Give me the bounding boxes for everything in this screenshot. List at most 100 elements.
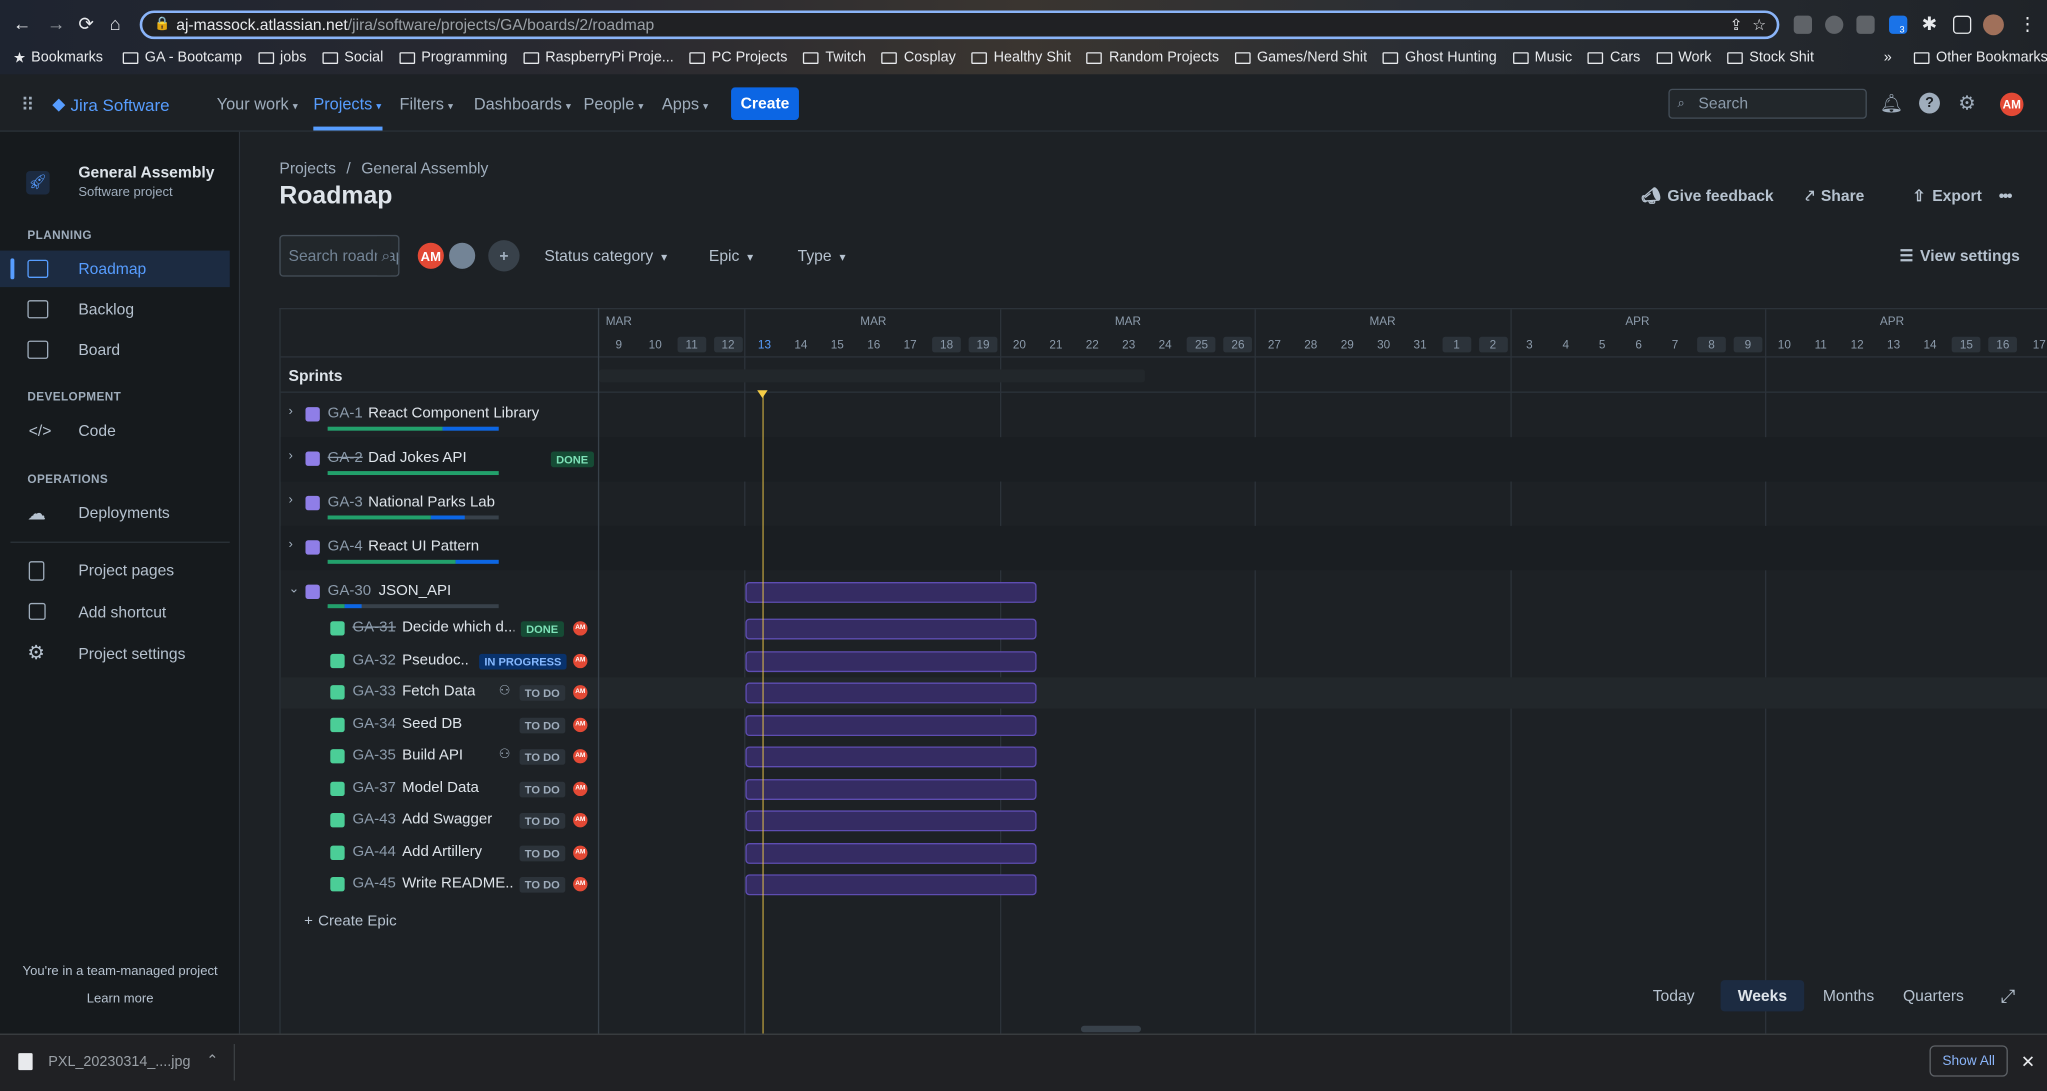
file-icon xyxy=(18,1053,33,1071)
folder-icon xyxy=(1727,51,1743,64)
bookmark-item[interactable]: Bookmarks xyxy=(31,50,103,66)
side-panel-icon[interactable] xyxy=(1952,15,1972,34)
assignee-filter-avatar[interactable]: AM xyxy=(415,240,447,272)
sidebar-item-roadmap[interactable]: Roadmap xyxy=(0,250,230,288)
give-feedback-button[interactable]: 📣︎ Give feedback xyxy=(1641,187,1774,205)
address-bar[interactable]: 🔒 aj-massock.atlassian.net/jira/software/… xyxy=(139,10,1780,40)
app-switcher-icon[interactable]: ⠿ xyxy=(21,94,34,116)
learn-more-link[interactable]: Learn more xyxy=(0,992,240,1006)
sidebar-item-code[interactable]: </> Code xyxy=(0,412,230,449)
nav-your-work[interactable]: Your work ▾ xyxy=(217,95,298,113)
nav-people[interactable]: People ▾ xyxy=(584,95,644,113)
profile-avatar[interactable] xyxy=(1983,14,2004,36)
reload-icon[interactable]: ⟳ xyxy=(78,13,93,35)
nav-apps[interactable]: Apps ▾ xyxy=(662,95,708,113)
issue-timeline-bar[interactable] xyxy=(745,682,1037,704)
user-avatar[interactable]: AM xyxy=(1999,92,2024,117)
breadcrumb-project[interactable]: General Assembly xyxy=(361,159,488,177)
issue-timeline-bar[interactable] xyxy=(745,778,1037,800)
export-button[interactable]: ⇧ Export xyxy=(1913,187,1982,205)
chrome-menu-icon[interactable]: ⋮ xyxy=(2018,13,2036,35)
global-search-input[interactable]: ⌕ Search xyxy=(1668,88,1867,119)
unassigned-filter-avatar[interactable] xyxy=(446,240,478,272)
extensions-puzzle-icon[interactable]: ✱ xyxy=(1922,13,1937,35)
screen: ← → ⟳ ⌂ 🔒 aj-massock.atlassian.net/jira/s… xyxy=(0,0,2047,1091)
extension-bitwarden-icon[interactable]: 3 xyxy=(1889,15,1908,35)
sidebar-item-deployments[interactable]: ☁ Deployments xyxy=(0,495,230,532)
bookmark-item[interactable]: Stock Shit xyxy=(1749,50,1814,66)
today-marker-head xyxy=(757,390,768,399)
create-button[interactable]: Create xyxy=(731,87,799,121)
bookmark-item[interactable]: Games/Nerd Shit xyxy=(1257,50,1367,66)
bookmark-item[interactable]: Ghost Hunting xyxy=(1405,50,1497,66)
share-page-icon[interactable]: ⇪ xyxy=(1730,13,1743,36)
epic-filter[interactable]: Epic ▾ xyxy=(709,247,753,265)
bookmark-item[interactable]: PC Projects xyxy=(712,50,788,66)
bookmarks-overflow-button[interactable]: » xyxy=(1884,47,1892,68)
more-actions-button[interactable]: ••• xyxy=(1999,187,2013,205)
bookmark-star-icon[interactable]: ☆ xyxy=(1752,13,1766,36)
sidebar-item-project-pages[interactable]: Project pages xyxy=(0,552,230,589)
issue-timeline-bar[interactable] xyxy=(745,650,1037,672)
bookmark-item[interactable]: jobs xyxy=(280,50,306,66)
zoom-weeks-button[interactable]: Weeks xyxy=(1720,980,1805,1012)
bookmark-item[interactable]: Random Projects xyxy=(1109,50,1219,66)
horizontal-scrollbar[interactable] xyxy=(1080,1025,1141,1033)
sidebar-item-project-settings[interactable]: ⚙ Project settings xyxy=(0,636,230,673)
forward-icon[interactable]: → xyxy=(47,13,65,34)
home-icon[interactable]: ⌂ xyxy=(110,13,121,34)
nav-dashboards[interactable]: Dashboards ▾ xyxy=(474,95,571,113)
share-button[interactable]: ⤤ Share xyxy=(1805,187,1864,207)
extension-dollar-icon[interactable] xyxy=(1825,15,1844,34)
create-epic-button[interactable]: + Create Epic xyxy=(304,914,396,930)
nav-projects[interactable]: Projects ▾ xyxy=(313,95,381,113)
chevron-up-icon[interactable]: ⌃ xyxy=(206,1052,218,1069)
chevron-down-icon: ▾ xyxy=(703,100,709,113)
fullscreen-icon[interactable]: ⤢ xyxy=(1992,980,2023,1011)
issue-timeline-bar[interactable] xyxy=(745,874,1037,896)
zoom-today-button[interactable]: Today xyxy=(1642,980,1705,1011)
bookmark-item[interactable]: Work xyxy=(1678,50,1711,66)
issue-timeline-bar[interactable] xyxy=(745,746,1037,768)
day-label: 7 xyxy=(1671,338,1679,352)
bookmark-item[interactable]: Programming xyxy=(421,50,507,66)
back-icon[interactable]: ← xyxy=(13,13,31,34)
bookmark-item[interactable]: Cars xyxy=(1610,50,1640,66)
add-people-icon[interactable]: + xyxy=(488,240,520,272)
epic-timeline-bar[interactable] xyxy=(745,582,1037,603)
close-download-bar-icon[interactable]: ✕ xyxy=(2021,1052,2035,1073)
sidebar-item-board[interactable]: Board xyxy=(0,331,230,368)
roadmap-search-input[interactable]: Search roadmap ⌕ xyxy=(279,234,400,277)
extension-p-icon[interactable] xyxy=(1793,15,1813,34)
bookmark-item[interactable]: RaspberryPi Proje... xyxy=(545,50,674,66)
extension-grid-icon[interactable] xyxy=(1856,15,1875,34)
zoom-quarters-button[interactable]: Quarters xyxy=(1896,980,1972,1011)
nav-filters[interactable]: Filters ▾ xyxy=(399,95,453,113)
sidebar-item-backlog[interactable]: Backlog xyxy=(0,291,230,328)
issue-timeline-bar[interactable] xyxy=(745,842,1037,864)
jira-logo[interactable]: ◆ Jira Software xyxy=(52,94,169,115)
bookmark-item[interactable]: Cosplay xyxy=(904,50,956,66)
issue-timeline-bar[interactable] xyxy=(745,618,1037,640)
bookmark-item[interactable]: Twitch xyxy=(825,50,866,66)
bookmark-item[interactable]: Music xyxy=(1535,50,1573,66)
bookmark-item[interactable]: GA - Bootcamp xyxy=(145,50,242,66)
other-bookmarks[interactable]: Other Bookmarks xyxy=(1913,47,2047,68)
sidebar-item-add-shortcut[interactable]: Add shortcut xyxy=(0,594,230,631)
issue-timeline-bar[interactable] xyxy=(745,810,1037,832)
download-filename[interactable]: PXL_20230314_....jpg xyxy=(48,1054,190,1070)
show-all-downloads-button[interactable]: Show All xyxy=(1929,1045,2008,1077)
status-category-filter[interactable]: Status category ▾ xyxy=(544,247,667,265)
notifications-icon[interactable]: 🔔︎ xyxy=(1880,93,1903,115)
zoom-months-button[interactable]: Months xyxy=(1809,980,1887,1011)
view-settings-button[interactable]: ☰ View settings xyxy=(1899,247,2019,265)
bookmark-item[interactable]: Healthy Shit xyxy=(994,50,1071,66)
type-filter[interactable]: Type ▾ xyxy=(798,247,846,265)
issue-timeline-bar[interactable] xyxy=(745,714,1037,736)
breadcrumb-projects[interactable]: Projects xyxy=(279,159,336,177)
settings-gear-icon[interactable]: ⚙ xyxy=(1958,91,1976,115)
day-label: 16 xyxy=(1988,336,2018,353)
project-name[interactable]: General Assembly xyxy=(78,163,214,181)
help-icon[interactable]: ? xyxy=(1919,92,1940,114)
bookmark-item[interactable]: Social xyxy=(344,50,383,66)
